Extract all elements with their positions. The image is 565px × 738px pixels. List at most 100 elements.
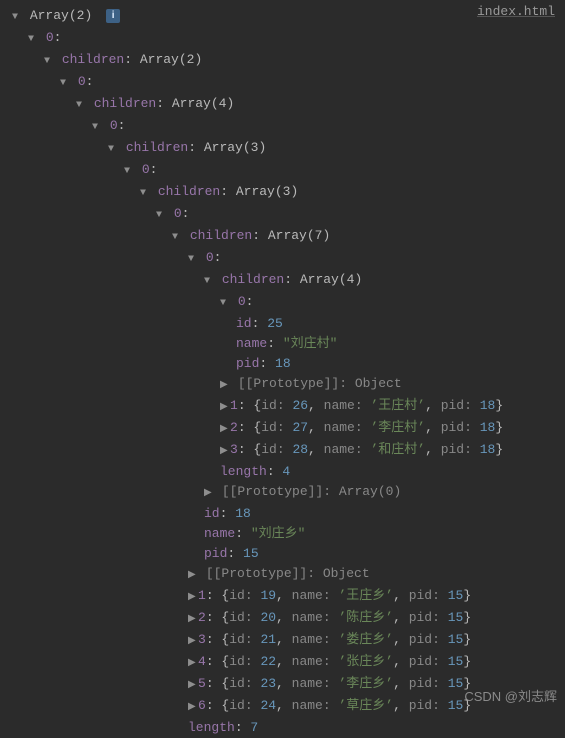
prop-children-label: children <box>94 96 156 111</box>
chevron-down-icon[interactable] <box>60 72 70 94</box>
inline-prop: id: <box>229 654 260 669</box>
array-label: Array(4) <box>172 96 234 111</box>
chevron-down-icon[interactable] <box>140 182 150 204</box>
array-label: Array(3) <box>236 184 298 199</box>
inline-prop: pid: <box>409 654 448 669</box>
inline-prop: id: <box>229 676 260 691</box>
prop-pid-label: pid <box>204 546 227 561</box>
prop-id-label: id <box>236 316 252 331</box>
tree-node-collapsed[interactable]: 3: {id: 28, name: ’和庄村’, pid: 18} <box>4 440 561 462</box>
chevron-right-icon[interactable] <box>188 608 198 630</box>
tree-node-prototype[interactable]: [[Prototype]]: Object <box>4 564 561 586</box>
chevron-right-icon[interactable] <box>188 674 198 696</box>
chevron-right-icon[interactable] <box>188 630 198 652</box>
tree-node[interactable]: children: Array(2) <box>4 50 561 72</box>
inline-prop: id: <box>229 632 260 647</box>
watermark: CSDN @刘志辉 <box>464 686 557 705</box>
info-icon[interactable]: i <box>106 9 120 23</box>
prop-name-label: name <box>236 336 267 351</box>
chevron-down-icon[interactable] <box>12 6 22 28</box>
tree-node-prototype[interactable]: [[Prototype]]: Object <box>4 374 561 396</box>
prop-children-label: children <box>158 184 220 199</box>
inline-prop: name: <box>292 610 339 625</box>
tree-node-collapsed[interactable]: 4: {id: 22, name: ’张庄乡’, pid: 15} <box>4 652 561 674</box>
chevron-down-icon[interactable] <box>220 292 230 314</box>
length-value: 7 <box>250 720 258 735</box>
inline-prop: name: <box>292 632 339 647</box>
tree-node-collapsed[interactable]: 1: {id: 26, name: ’王庄村’, pid: 18} <box>4 396 561 418</box>
tree-node-collapsed[interactable]: 3: {id: 21, name: ’娄庄乡’, pid: 15} <box>4 630 561 652</box>
index-label: 2 <box>230 420 238 435</box>
chevron-right-icon[interactable] <box>220 418 230 440</box>
tree-node[interactable]: 0: <box>4 292 561 314</box>
index-label: 4 <box>198 654 206 669</box>
prop-row: id: 25 <box>4 314 561 334</box>
chevron-right-icon[interactable] <box>188 586 198 608</box>
name-value: "刘庄村" <box>283 336 338 351</box>
chevron-down-icon[interactable] <box>124 160 134 182</box>
prototype-label: [[Prototype]]: Object <box>238 376 402 391</box>
chevron-down-icon[interactable] <box>172 226 182 248</box>
inline-prop: id: <box>261 442 292 457</box>
prop-name-label: name <box>204 526 235 541</box>
prop-id-label: id <box>204 506 220 521</box>
id-value: 25 <box>267 316 283 331</box>
prop-length-label: length <box>188 720 235 735</box>
tree-node[interactable]: 0: <box>4 72 561 94</box>
tree-node[interactable]: 0: <box>4 248 561 270</box>
prop-children-label: children <box>126 140 188 155</box>
chevron-right-icon[interactable] <box>220 440 230 462</box>
chevron-right-icon[interactable] <box>188 652 198 674</box>
pid-value: 15 <box>243 546 259 561</box>
prototype-label: [[Prototype]]: Array(0) <box>222 484 401 499</box>
chevron-right-icon[interactable] <box>204 482 214 504</box>
tree-node[interactable]: children: Array(3) <box>4 182 561 204</box>
tree-node-collapsed[interactable]: 1: {id: 19, name: ’王庄乡’, pid: 15} <box>4 586 561 608</box>
tree-node[interactable]: children: Array(7) <box>4 226 561 248</box>
prop-pid-label: pid <box>236 356 259 371</box>
index-label: 0 <box>238 294 246 309</box>
length-value: 4 <box>282 464 290 479</box>
tree-node[interactable]: 0: <box>4 204 561 226</box>
chevron-right-icon[interactable] <box>220 374 230 396</box>
tree-node-collapsed[interactable]: 2: {id: 20, name: ’陈庄乡’, pid: 15} <box>4 608 561 630</box>
chevron-right-icon[interactable] <box>188 564 198 586</box>
console-tree: Array(2) i 0: children: Array(2) 0: chil… <box>0 0 565 738</box>
tree-node-collapsed[interactable]: 2: {id: 27, name: ’李庄村’, pid: 18} <box>4 418 561 440</box>
chevron-down-icon[interactable] <box>44 50 54 72</box>
inline-prop: pid: <box>441 420 480 435</box>
array-label: Array(2) <box>30 8 92 23</box>
chevron-down-icon[interactable] <box>76 94 86 116</box>
chevron-down-icon[interactable] <box>204 270 214 292</box>
pid-value: 18 <box>275 356 291 371</box>
source-file-label: index.html <box>477 4 555 19</box>
chevron-right-icon[interactable] <box>220 396 230 418</box>
chevron-down-icon[interactable] <box>188 248 198 270</box>
inline-prop: pid: <box>409 676 448 691</box>
chevron-down-icon[interactable] <box>92 116 102 138</box>
inline-prop: id: <box>229 610 260 625</box>
chevron-down-icon[interactable] <box>28 28 38 50</box>
tree-node[interactable]: 0: <box>4 28 561 50</box>
inline-prop: name: <box>324 420 371 435</box>
chevron-down-icon[interactable] <box>108 138 118 160</box>
index-label: 1 <box>230 398 238 413</box>
tree-node[interactable]: children: Array(4) <box>4 94 561 116</box>
inline-prop: pid: <box>409 632 448 647</box>
tree-node[interactable]: 0: <box>4 116 561 138</box>
length-row: length: 7 <box>4 718 561 738</box>
chevron-down-icon[interactable] <box>156 204 166 226</box>
array-label: Array(7) <box>268 228 330 243</box>
inline-prop: id: <box>261 398 292 413</box>
tree-node[interactable]: 0: <box>4 160 561 182</box>
tree-node[interactable]: children: Array(4) <box>4 270 561 292</box>
inline-prop: pid: <box>409 588 448 603</box>
index-label: 0 <box>142 162 150 177</box>
index-label: 0 <box>46 30 54 45</box>
index-label: 0 <box>174 206 182 221</box>
array-label: Array(4) <box>300 272 362 287</box>
tree-node-prototype[interactable]: [[Prototype]]: Array(0) <box>4 482 561 504</box>
chevron-right-icon[interactable] <box>188 696 198 718</box>
tree-node[interactable]: children: Array(3) <box>4 138 561 160</box>
prop-children-label: children <box>222 272 284 287</box>
